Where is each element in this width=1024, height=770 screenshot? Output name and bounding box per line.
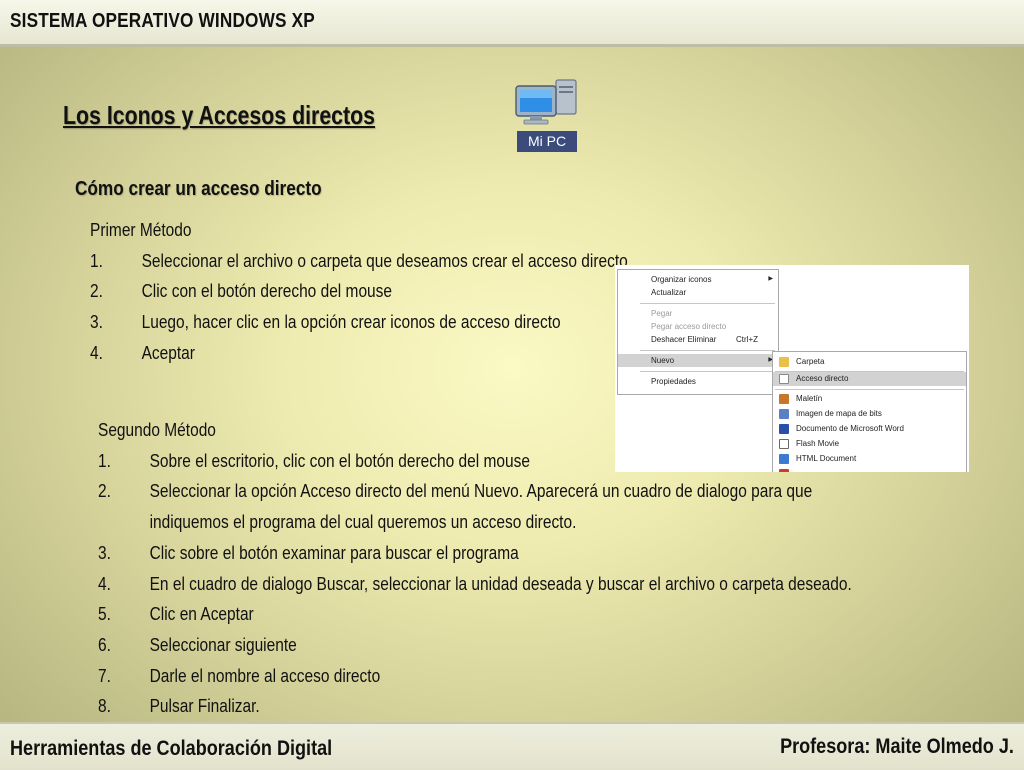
flash-movie-icon: [779, 439, 789, 449]
desktop-context-menu: Organizar iconos ▶ Actualizar Pegar Pega…: [617, 269, 779, 395]
menu-item-pegar[interactable]: Pegar: [618, 307, 778, 320]
header-title: SISTEMA OPERATIVO WINDOWS XP: [10, 10, 315, 32]
menu-item-actualizar[interactable]: Actualizar: [618, 286, 778, 299]
folder-icon: [779, 357, 789, 367]
menu-separator: [640, 371, 775, 372]
context-menu-screenshot: Organizar iconos ▶ Actualizar Pegar Pega…: [615, 265, 969, 472]
list-item: 2. Seleccionar la opción Acceso directo d…: [98, 481, 813, 502]
submenu-item-maletin[interactable]: Maletín: [773, 392, 966, 406]
submenu-item-documento-word[interactable]: Documento de Microsoft Word: [773, 422, 966, 436]
submenu-item-imagen-bitmap[interactable]: Imagen de mapa de bits: [773, 407, 966, 421]
header-bar: SISTEMA OPERATIVO WINDOWS XP: [0, 0, 1024, 47]
footer-bar: Herramientas de Colaboración Digital Pro…: [0, 722, 1024, 770]
menu-separator: [775, 389, 964, 390]
list-item: 5. Clic en Aceptar: [98, 604, 254, 625]
briefcase-icon: [779, 394, 789, 404]
menu-separator: [640, 303, 775, 304]
html-document-icon: [779, 454, 789, 464]
list-item: 2. Clic con el botón derecho del mouse: [90, 281, 393, 302]
menu-item-deshacer-eliminar[interactable]: Deshacer Eliminar Ctrl+Z: [618, 333, 778, 346]
shortcut-icon: [779, 374, 789, 384]
list-item: 8. Pulsar Finalizar.: [98, 696, 260, 717]
list-item: 6. Seleccionar siguiente: [98, 634, 297, 655]
submenu-item-flash-movie[interactable]: Flash Movie: [773, 437, 966, 451]
list-item: indiquemos el programa del cual queremos…: [149, 512, 577, 533]
page-heading: Los Iconos y Accesos directos: [63, 100, 376, 130]
my-computer-label: Mi PC: [517, 131, 577, 152]
menu-item-nuevo[interactable]: Nuevo ▶: [618, 354, 778, 367]
shortcut-label: Ctrl+Z: [736, 335, 758, 344]
menu-item-propiedades[interactable]: Propiedades: [618, 375, 778, 388]
submenu-item-document[interactable]: [773, 467, 966, 472]
list-item: 1. Seleccionar el archivo o carpeta que d…: [90, 250, 628, 271]
footer-teacher: Profesora: Maite Olmedo J.: [780, 735, 1014, 758]
menu-item-pegar-acceso-directo[interactable]: Pegar acceso directo: [618, 320, 778, 333]
submenu-item-acceso-directo[interactable]: Acceso directo: [773, 372, 966, 386]
document-icon: [779, 469, 789, 472]
footer-course: Herramientas de Colaboración Digital: [10, 737, 333, 760]
list-item: 3. Clic sobre el botón examinar para busc…: [98, 542, 519, 563]
word-document-icon: [779, 424, 789, 434]
submenu-arrow-icon: ▶: [768, 276, 773, 282]
method-one-title: Primer Método: [90, 220, 192, 240]
list-item: 3. Luego, hacer clic en la opción crear i…: [90, 312, 561, 333]
list-item: 4. Aceptar: [90, 342, 195, 363]
menu-item-organizar-iconos[interactable]: Organizar iconos ▶: [618, 273, 778, 286]
bitmap-icon: [779, 409, 789, 419]
submenu-item-carpeta[interactable]: Carpeta: [773, 355, 966, 369]
submenu-nuevo: Carpeta Acceso directo Maletín Imagen de…: [772, 351, 967, 472]
list-item: 4. En el cuadro de dialogo Buscar, selecc…: [98, 573, 852, 594]
list-item: 7. Darle el nombre al acceso directo: [98, 665, 381, 686]
menu-separator: [640, 350, 775, 351]
method-one: Primer Método 1. Seleccionar el archivo o…: [90, 215, 628, 369]
submenu-item-html-document[interactable]: HTML Document: [773, 452, 966, 466]
section-subheading: Cómo crear un acceso directo: [75, 178, 322, 200]
